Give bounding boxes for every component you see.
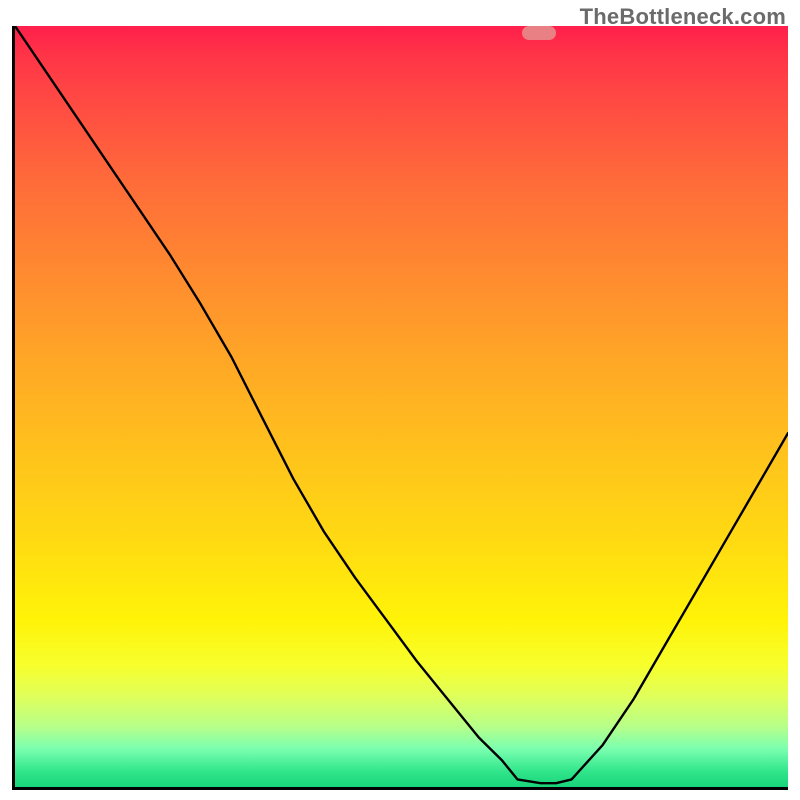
optimal-marker bbox=[522, 26, 556, 40]
plot-area bbox=[12, 26, 788, 790]
background-gradient bbox=[15, 26, 788, 787]
